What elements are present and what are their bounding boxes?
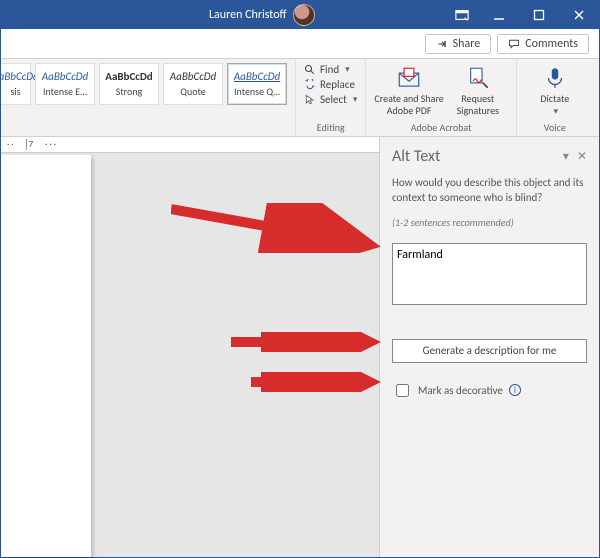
voice-group-label: Voice (525, 119, 585, 134)
dictate-button[interactable]: Dictate▾ (525, 63, 585, 117)
alt-text-pane: Alt Text ▾ ✕ How would you describe this… (379, 137, 599, 557)
select-icon (304, 94, 316, 106)
arrow-annotation-2 (231, 332, 391, 352)
pdf-envelope-icon (396, 65, 422, 91)
generate-description-button[interactable]: Generate a description for me (392, 339, 587, 363)
share-label: Share (453, 37, 481, 51)
comments-button[interactable]: Comments (497, 34, 589, 54)
pane-options-button[interactable]: ▾ (563, 149, 569, 164)
acrobat-group: Create and Share Adobe PDF Request Signa… (366, 59, 516, 136)
style-quote[interactable]: AaBbCcDd Quote (163, 63, 223, 105)
editing-group-label: Editing (304, 119, 357, 134)
ruler-mark: 7 (26, 139, 34, 150)
replace-icon (304, 79, 316, 91)
pane-close-button[interactable]: ✕ (577, 149, 587, 164)
style-intense-emphasis[interactable]: AaBbCcDd Intense E… (35, 63, 95, 105)
create-share-pdf-label: Create and Share Adobe PDF (374, 93, 443, 116)
mark-decorative-row[interactable]: Mark as decorative i (392, 381, 587, 400)
pane-description: How would you describe this object and i… (392, 176, 587, 206)
share-button[interactable]: Share (425, 34, 492, 54)
replace-button[interactable]: Replace (304, 78, 357, 91)
user-name-label: Lauren Christoff (209, 8, 287, 22)
minimize-button[interactable] (479, 1, 519, 29)
alt-text-input[interactable] (392, 243, 587, 305)
ribbon: AaBbCcDd sis AaBbCcDd Intense E… AaBbCcD… (1, 59, 599, 137)
info-icon[interactable]: i (509, 384, 521, 396)
select-button[interactable]: Select▾ (304, 93, 357, 106)
request-signatures-button[interactable]: Request Signatures (448, 63, 508, 116)
voice-group: Dictate▾ Voice (517, 59, 593, 136)
comment-icon (508, 38, 520, 50)
maximize-button[interactable] (519, 1, 559, 29)
page[interactable] (1, 155, 91, 557)
arrow-annotation-1 (171, 203, 391, 253)
editing-group: Find▾ Replace Select▾ Editing (296, 59, 366, 136)
ribbon-display-options[interactable] (445, 1, 479, 29)
mark-decorative-checkbox[interactable] (396, 384, 409, 397)
comments-label: Comments (525, 37, 578, 51)
dictate-label: Dictate (540, 92, 569, 105)
signature-icon (465, 65, 491, 91)
styles-group-label (1, 119, 287, 134)
share-icon (436, 38, 448, 50)
avatar[interactable] (293, 4, 315, 26)
pane-title: Alt Text (392, 147, 555, 166)
acrobat-group-label: Adobe Acrobat (374, 119, 507, 134)
pane-subdescription: (1-2 sentences recommended) (392, 216, 587, 229)
arrow-annotation-3 (251, 372, 391, 392)
find-button[interactable]: Find▾ (304, 63, 357, 76)
microphone-icon (542, 65, 568, 91)
search-icon (304, 64, 316, 76)
style-strong[interactable]: AaBbCcDd Strong (99, 63, 159, 105)
replace-label: Replace (320, 78, 355, 91)
create-share-pdf-button[interactable]: Create and Share Adobe PDF (374, 63, 443, 116)
close-button[interactable] (559, 1, 599, 29)
title-bar: Lauren Christoff (1, 1, 599, 29)
workspace: · · 7 · · · Alt Text ▾ ✕ How would you d… (1, 137, 599, 557)
style-emphasis[interactable]: AaBbCcDd sis (1, 63, 31, 105)
ruler[interactable]: · · 7 · · · (1, 137, 379, 153)
select-label: Select (320, 93, 347, 106)
account-user[interactable]: Lauren Christoff (209, 4, 315, 26)
request-signatures-label: Request Signatures (457, 93, 499, 116)
find-label: Find (320, 63, 339, 76)
styles-group: AaBbCcDd sis AaBbCcDd Intense E… AaBbCcD… (1, 59, 296, 136)
document-area[interactable]: · · 7 · · · (1, 137, 379, 557)
style-intense-quote[interactable]: AaBbCcDd Intense Q… (227, 63, 287, 105)
mark-decorative-label: Mark as decorative (418, 384, 503, 397)
collab-bar: Share Comments (1, 29, 599, 59)
